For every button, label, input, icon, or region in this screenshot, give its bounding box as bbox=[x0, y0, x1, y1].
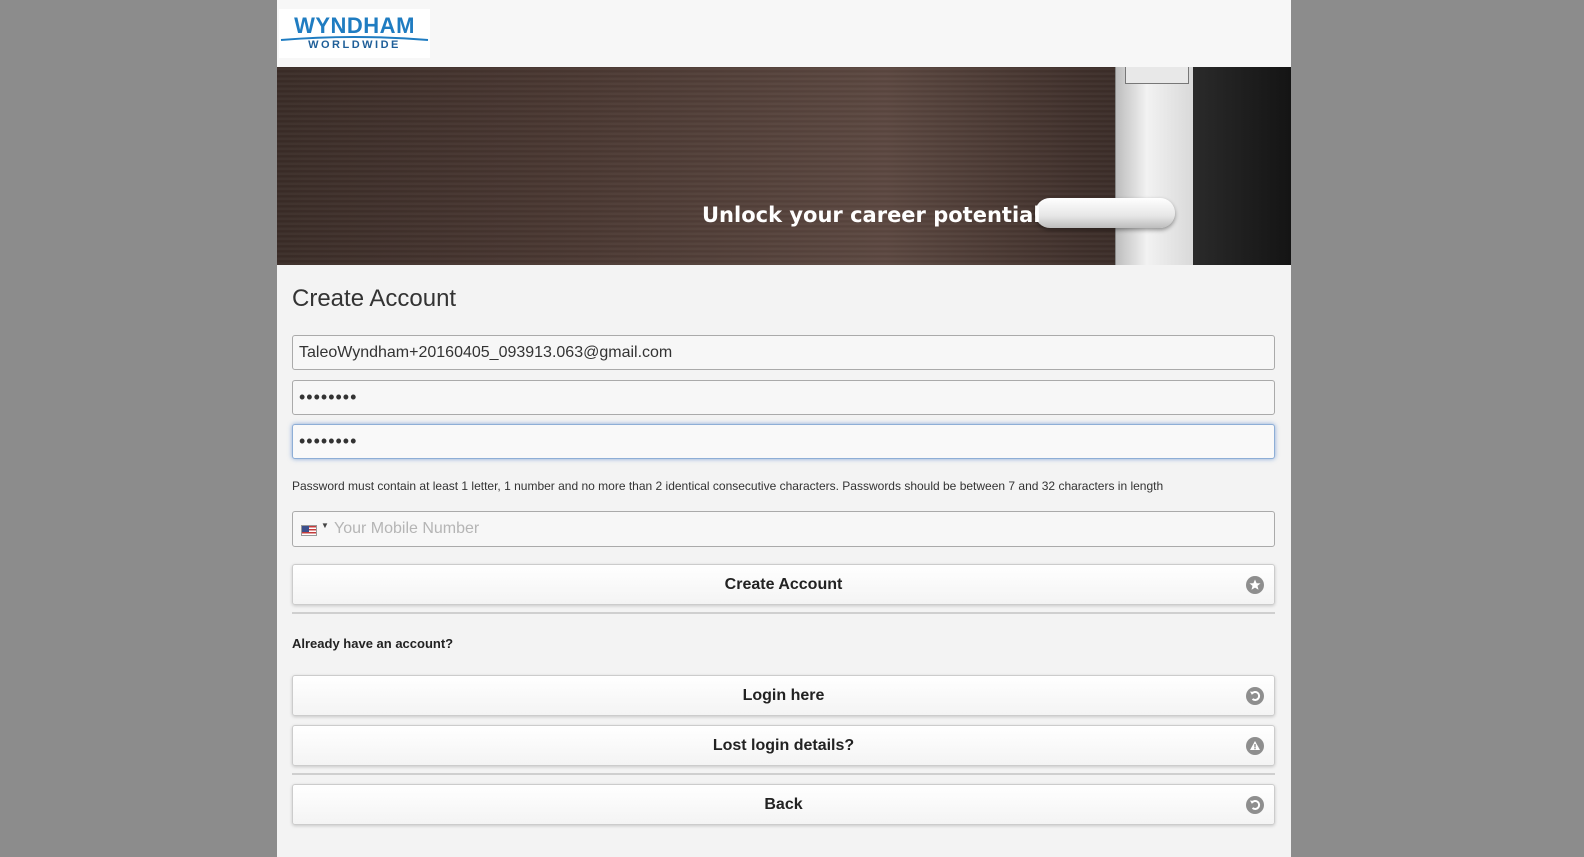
hero-banner: Unlock your career potential bbox=[277, 67, 1291, 265]
warning-icon bbox=[1246, 737, 1264, 755]
us-flag-icon[interactable] bbox=[301, 525, 317, 536]
back-button[interactable]: Back bbox=[292, 784, 1275, 825]
password-hint: Password must contain at least 1 letter,… bbox=[292, 479, 1164, 493]
back-label: Back bbox=[764, 796, 803, 813]
page-container: WYNDHAM WORLDWIDE Unlock your career pot… bbox=[277, 0, 1291, 857]
mobile-number-field[interactable]: ▼ Your Mobile Number bbox=[292, 511, 1275, 547]
create-account-label: Create Account bbox=[724, 576, 843, 593]
chevron-down-icon[interactable]: ▼ bbox=[321, 521, 329, 530]
page-title: Create Account bbox=[292, 285, 457, 312]
already-have-account-text: Already have an account? bbox=[292, 636, 454, 651]
door-frame bbox=[1189, 67, 1291, 265]
section-divider bbox=[292, 612, 1275, 614]
confirm-password-field[interactable]: •••••••• bbox=[292, 424, 1275, 459]
lost-login-label: Lost login details? bbox=[712, 737, 855, 754]
email-field[interactable]: TaleoWyndham+20160405_093913.063@gmail.c… bbox=[292, 335, 1275, 370]
password-field[interactable]: •••••••• bbox=[292, 380, 1275, 415]
login-here-button[interactable]: Login here bbox=[292, 675, 1275, 716]
create-account-button[interactable]: Create Account bbox=[292, 564, 1275, 605]
banner-tagline: Unlock your career potential bbox=[702, 203, 1041, 227]
card-slot bbox=[1125, 67, 1189, 84]
star-icon bbox=[1246, 576, 1264, 594]
wyndham-logo[interactable]: WYNDHAM WORLDWIDE bbox=[279, 9, 430, 58]
door-lock-plate bbox=[1115, 67, 1193, 265]
logo-subtitle: WORLDWIDE bbox=[308, 39, 401, 51]
arrow-circle-icon bbox=[1246, 796, 1264, 814]
arrow-circle-icon bbox=[1246, 687, 1264, 705]
login-here-label: Login here bbox=[742, 687, 825, 704]
mobile-number-input[interactable]: Your Mobile Number bbox=[334, 512, 479, 546]
header: WYNDHAM WORLDWIDE bbox=[277, 0, 1291, 67]
lost-login-button[interactable]: Lost login details? bbox=[292, 725, 1275, 766]
section-divider-2 bbox=[292, 773, 1275, 775]
door-handle bbox=[1035, 198, 1175, 228]
